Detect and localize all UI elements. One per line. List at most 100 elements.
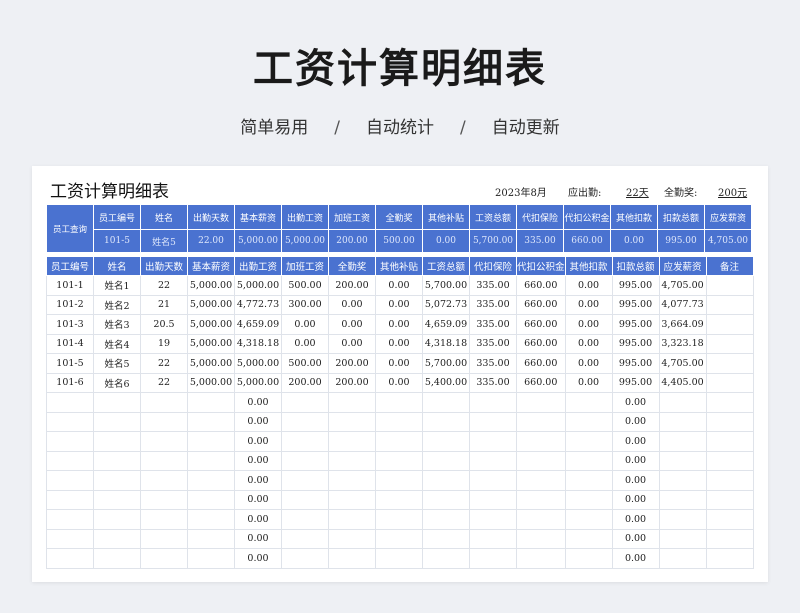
table-cell[interactable]: [469, 528, 517, 549]
table-cell[interactable]: [422, 392, 470, 413]
column-header[interactable]: 姓名: [93, 256, 141, 276]
table-cell[interactable]: [375, 470, 423, 491]
table-cell[interactable]: [705, 411, 754, 432]
table-cell[interactable]: 660.00: [516, 275, 566, 296]
table-cell[interactable]: [658, 528, 707, 549]
lookup-value-cell[interactable]: 4,705.00: [704, 229, 752, 253]
table-cell[interactable]: 0.00: [611, 548, 660, 569]
table-cell[interactable]: 0.00: [564, 275, 613, 296]
table-cell[interactable]: [469, 470, 517, 491]
table-cell[interactable]: 22: [140, 353, 188, 374]
table-cell[interactable]: 0.00: [564, 372, 613, 393]
table-cell[interactable]: 0.00: [564, 294, 613, 315]
lookup-value-cell[interactable]: 5,000.00: [281, 229, 329, 253]
table-cell[interactable]: [46, 489, 94, 510]
table-cell[interactable]: [422, 509, 470, 530]
lookup-value-cell[interactable]: 姓名5: [140, 229, 188, 253]
table-cell[interactable]: 5,700.00: [422, 275, 470, 296]
table-cell[interactable]: [705, 509, 754, 530]
table-cell[interactable]: 姓名4: [93, 333, 141, 354]
table-cell[interactable]: 姓名3: [93, 314, 141, 335]
table-cell[interactable]: [93, 470, 141, 491]
table-cell[interactable]: 200.00: [281, 372, 329, 393]
table-cell[interactable]: [705, 275, 754, 296]
table-cell[interactable]: 姓名1: [93, 275, 141, 296]
table-cell[interactable]: [705, 431, 754, 452]
table-cell[interactable]: [469, 431, 517, 452]
table-cell[interactable]: 0.00: [328, 333, 376, 354]
table-cell[interactable]: 0.00: [328, 314, 376, 335]
table-cell[interactable]: [187, 548, 235, 569]
table-cell[interactable]: [140, 528, 188, 549]
table-cell[interactable]: [46, 548, 94, 569]
table-cell[interactable]: 300.00: [281, 294, 329, 315]
table-cell[interactable]: [93, 392, 141, 413]
table-cell[interactable]: [422, 548, 470, 569]
table-cell[interactable]: 0.00: [234, 450, 282, 471]
table-cell[interactable]: 660.00: [516, 314, 566, 335]
table-cell[interactable]: [375, 489, 423, 510]
table-cell[interactable]: 20.5: [140, 314, 188, 335]
table-cell[interactable]: 5,000.00: [187, 372, 235, 393]
table-cell[interactable]: [328, 431, 376, 452]
table-cell[interactable]: [328, 528, 376, 549]
table-cell[interactable]: [516, 470, 566, 491]
table-cell[interactable]: 0.00: [234, 548, 282, 569]
table-cell[interactable]: [187, 431, 235, 452]
table-cell[interactable]: [705, 450, 754, 471]
table-cell[interactable]: [658, 431, 707, 452]
table-cell[interactable]: [328, 489, 376, 510]
table-cell[interactable]: [375, 548, 423, 569]
lookup-value-cell[interactable]: 0.00: [422, 229, 470, 253]
table-cell[interactable]: 200.00: [328, 372, 376, 393]
table-cell[interactable]: [564, 411, 613, 432]
table-cell[interactable]: 4,318.18: [234, 333, 282, 354]
table-cell[interactable]: [658, 470, 707, 491]
table-cell[interactable]: 4,705.00: [658, 275, 707, 296]
table-cell[interactable]: [375, 392, 423, 413]
table-cell[interactable]: [658, 411, 707, 432]
lookup-value-cell[interactable]: 500.00: [375, 229, 423, 253]
table-cell[interactable]: [140, 431, 188, 452]
table-cell[interactable]: [140, 489, 188, 510]
table-cell[interactable]: [375, 509, 423, 530]
table-cell[interactable]: 0.00: [234, 509, 282, 530]
table-cell[interactable]: [658, 509, 707, 530]
table-cell[interactable]: 335.00: [469, 294, 517, 315]
table-cell[interactable]: 0.00: [611, 431, 660, 452]
lookup-row-label[interactable]: 员工查询: [46, 204, 94, 253]
lookup-header-cell[interactable]: 姓名: [140, 204, 188, 230]
table-cell[interactable]: [93, 509, 141, 530]
table-cell[interactable]: [705, 548, 754, 569]
table-cell[interactable]: [705, 314, 754, 335]
column-header[interactable]: 其他补贴: [375, 256, 423, 276]
table-cell[interactable]: [328, 450, 376, 471]
table-cell[interactable]: [705, 353, 754, 374]
table-cell[interactable]: 姓名2: [93, 294, 141, 315]
table-cell[interactable]: 4,077.73: [658, 294, 707, 315]
table-cell[interactable]: 101-2: [46, 294, 94, 315]
table-cell[interactable]: [516, 548, 566, 569]
lookup-header-cell[interactable]: 全勤奖: [375, 204, 423, 230]
table-cell[interactable]: 3,664.09: [658, 314, 707, 335]
table-cell[interactable]: 500.00: [281, 275, 329, 296]
table-cell[interactable]: 335.00: [469, 372, 517, 393]
table-cell[interactable]: 4,705.00: [658, 353, 707, 374]
table-cell[interactable]: 101-6: [46, 372, 94, 393]
table-cell[interactable]: 0.00: [281, 314, 329, 335]
column-header[interactable]: 出勤工资: [234, 256, 282, 276]
table-cell[interactable]: [281, 528, 329, 549]
table-cell[interactable]: [187, 392, 235, 413]
table-cell[interactable]: 0.00: [234, 470, 282, 491]
table-cell[interactable]: [469, 411, 517, 432]
table-cell[interactable]: [140, 470, 188, 491]
table-cell[interactable]: [140, 411, 188, 432]
lookup-header-cell[interactable]: 其他补贴: [422, 204, 470, 230]
lookup-header-cell[interactable]: 代扣公积金: [563, 204, 611, 230]
table-cell[interactable]: [422, 528, 470, 549]
table-cell[interactable]: 5,000.00: [187, 275, 235, 296]
lookup-value-cell[interactable]: 660.00: [563, 229, 611, 253]
table-cell[interactable]: [516, 450, 566, 471]
table-cell[interactable]: 5,400.00: [422, 372, 470, 393]
table-cell[interactable]: 0.00: [328, 294, 376, 315]
